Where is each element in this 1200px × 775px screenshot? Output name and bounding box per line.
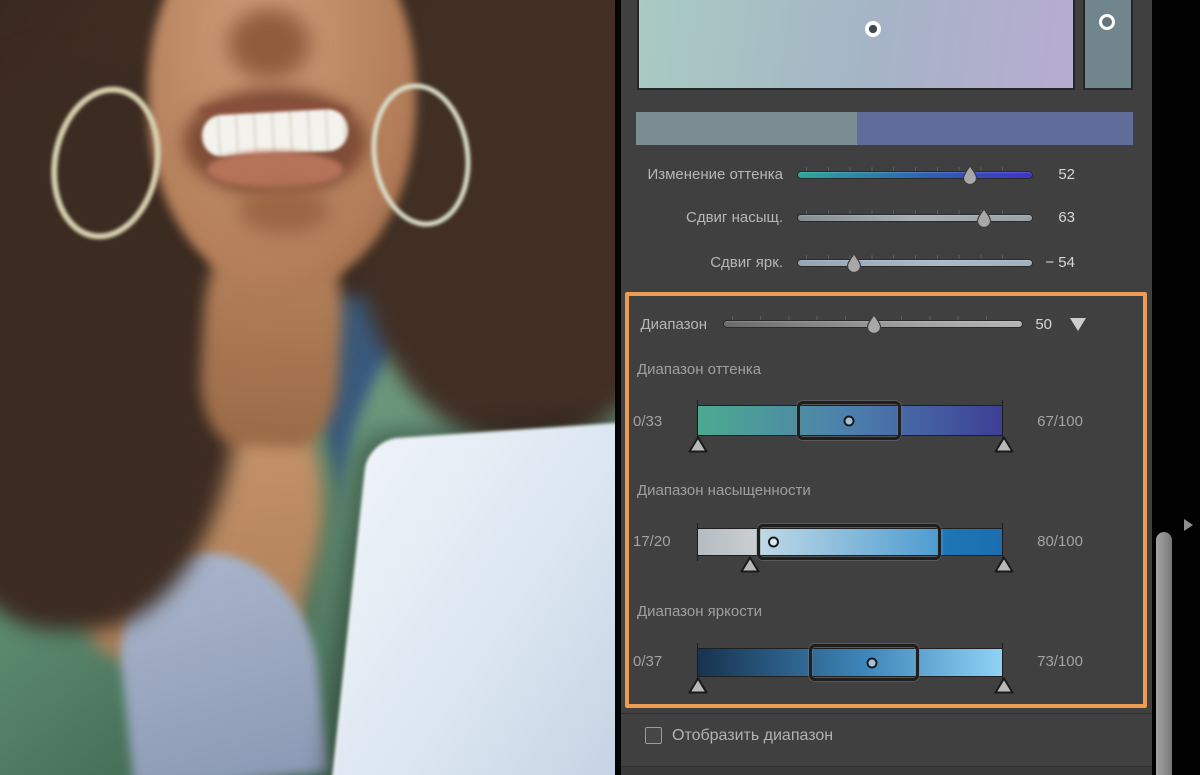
range-window-dot bbox=[866, 657, 878, 668]
photo-lower-lip bbox=[207, 151, 343, 188]
sat-range-window[interactable] bbox=[757, 524, 941, 560]
lum-range-min: 0/37 bbox=[633, 653, 663, 670]
lum-range-title: Диапазон яркости bbox=[637, 603, 762, 620]
sat-range-title: Диапазон насыщенности bbox=[637, 482, 811, 499]
swatch-marker-icon[interactable] bbox=[1099, 14, 1115, 30]
slider-thumb[interactable] bbox=[845, 253, 863, 274]
lum-shift-slider[interactable] bbox=[797, 253, 1033, 274]
color-field-indicator[interactable] bbox=[865, 21, 881, 37]
hue-shift-slider[interactable] bbox=[797, 165, 1033, 186]
panel-bottom-strip bbox=[621, 766, 1152, 775]
sat-shift-slider[interactable] bbox=[797, 208, 1033, 229]
lum-range-max: 73/100 bbox=[1037, 653, 1083, 670]
hue-shift-value[interactable]: 52 bbox=[1058, 166, 1075, 183]
range-handle-left[interactable] bbox=[688, 677, 708, 694]
disclosure-triangle-icon[interactable] bbox=[1070, 318, 1086, 331]
panel-expand-arrow-icon[interactable] bbox=[1184, 519, 1193, 531]
sat-shift-value[interactable]: 63 bbox=[1058, 209, 1075, 226]
range-window-dot bbox=[768, 536, 779, 548]
color-edit-panel: Изменение оттенка 52 Сдвиг насыщ. 63 Сдв… bbox=[621, 0, 1152, 775]
range-handle-right[interactable] bbox=[994, 436, 1014, 453]
range-value[interactable]: 50 bbox=[1035, 316, 1052, 333]
lum-range-window[interactable] bbox=[809, 644, 919, 681]
slider-ticks bbox=[806, 167, 1024, 171]
photo-canvas[interactable] bbox=[0, 0, 615, 775]
hue-range-min: 0/33 bbox=[633, 413, 663, 430]
hue-range-title: Диапазон оттенка bbox=[637, 361, 762, 378]
app-window: Изменение оттенка 52 Сдвиг насыщ. 63 Сдв… bbox=[0, 0, 1200, 775]
lum-shift-value[interactable]: − 54 bbox=[1045, 254, 1075, 271]
lum-range-bar[interactable] bbox=[688, 643, 1014, 694]
hue-sat-color-field[interactable] bbox=[637, 0, 1075, 90]
hue-range-window[interactable] bbox=[797, 401, 901, 440]
range-handle-right[interactable] bbox=[994, 677, 1014, 694]
sat-shift-label: Сдвиг насыщ. bbox=[686, 209, 783, 226]
sat-range-min: 17/20 bbox=[633, 533, 671, 550]
before-color bbox=[636, 112, 858, 145]
range-slider[interactable] bbox=[723, 314, 1023, 335]
scrollbar-track[interactable] bbox=[1152, 0, 1200, 775]
show-range-checkbox[interactable] bbox=[645, 727, 662, 744]
after-color bbox=[857, 112, 1133, 145]
photo-chin-shadow bbox=[238, 188, 330, 234]
photo-laptop-lid bbox=[323, 416, 615, 775]
sat-range-max: 80/100 bbox=[1037, 533, 1083, 550]
hue-range-max: 67/100 bbox=[1037, 413, 1083, 430]
slider-thumb[interactable] bbox=[961, 165, 979, 186]
slider-thumb[interactable] bbox=[865, 314, 883, 335]
slider-ticks bbox=[806, 255, 1024, 259]
range-window-dot bbox=[843, 415, 855, 426]
slider-thumb[interactable] bbox=[975, 208, 993, 229]
photo-nose-shadow bbox=[228, 8, 310, 80]
scrollbar-thumb[interactable] bbox=[1156, 532, 1172, 775]
before-after-color-bar bbox=[636, 112, 1133, 145]
range-handle-left[interactable] bbox=[740, 556, 760, 573]
hue-shift-label: Изменение оттенка bbox=[647, 166, 783, 183]
range-handle-right[interactable] bbox=[994, 556, 1014, 573]
section-divider bbox=[621, 713, 1152, 714]
lum-shift-label: Сдвиг ярк. bbox=[710, 254, 783, 271]
show-range-label[interactable]: Отобразить диапазон bbox=[672, 727, 833, 745]
hue-range-bar[interactable] bbox=[688, 400, 1014, 453]
sat-range-bar[interactable] bbox=[697, 523, 1014, 573]
range-label: Диапазон bbox=[640, 316, 707, 333]
range-handle-left[interactable] bbox=[688, 436, 708, 453]
